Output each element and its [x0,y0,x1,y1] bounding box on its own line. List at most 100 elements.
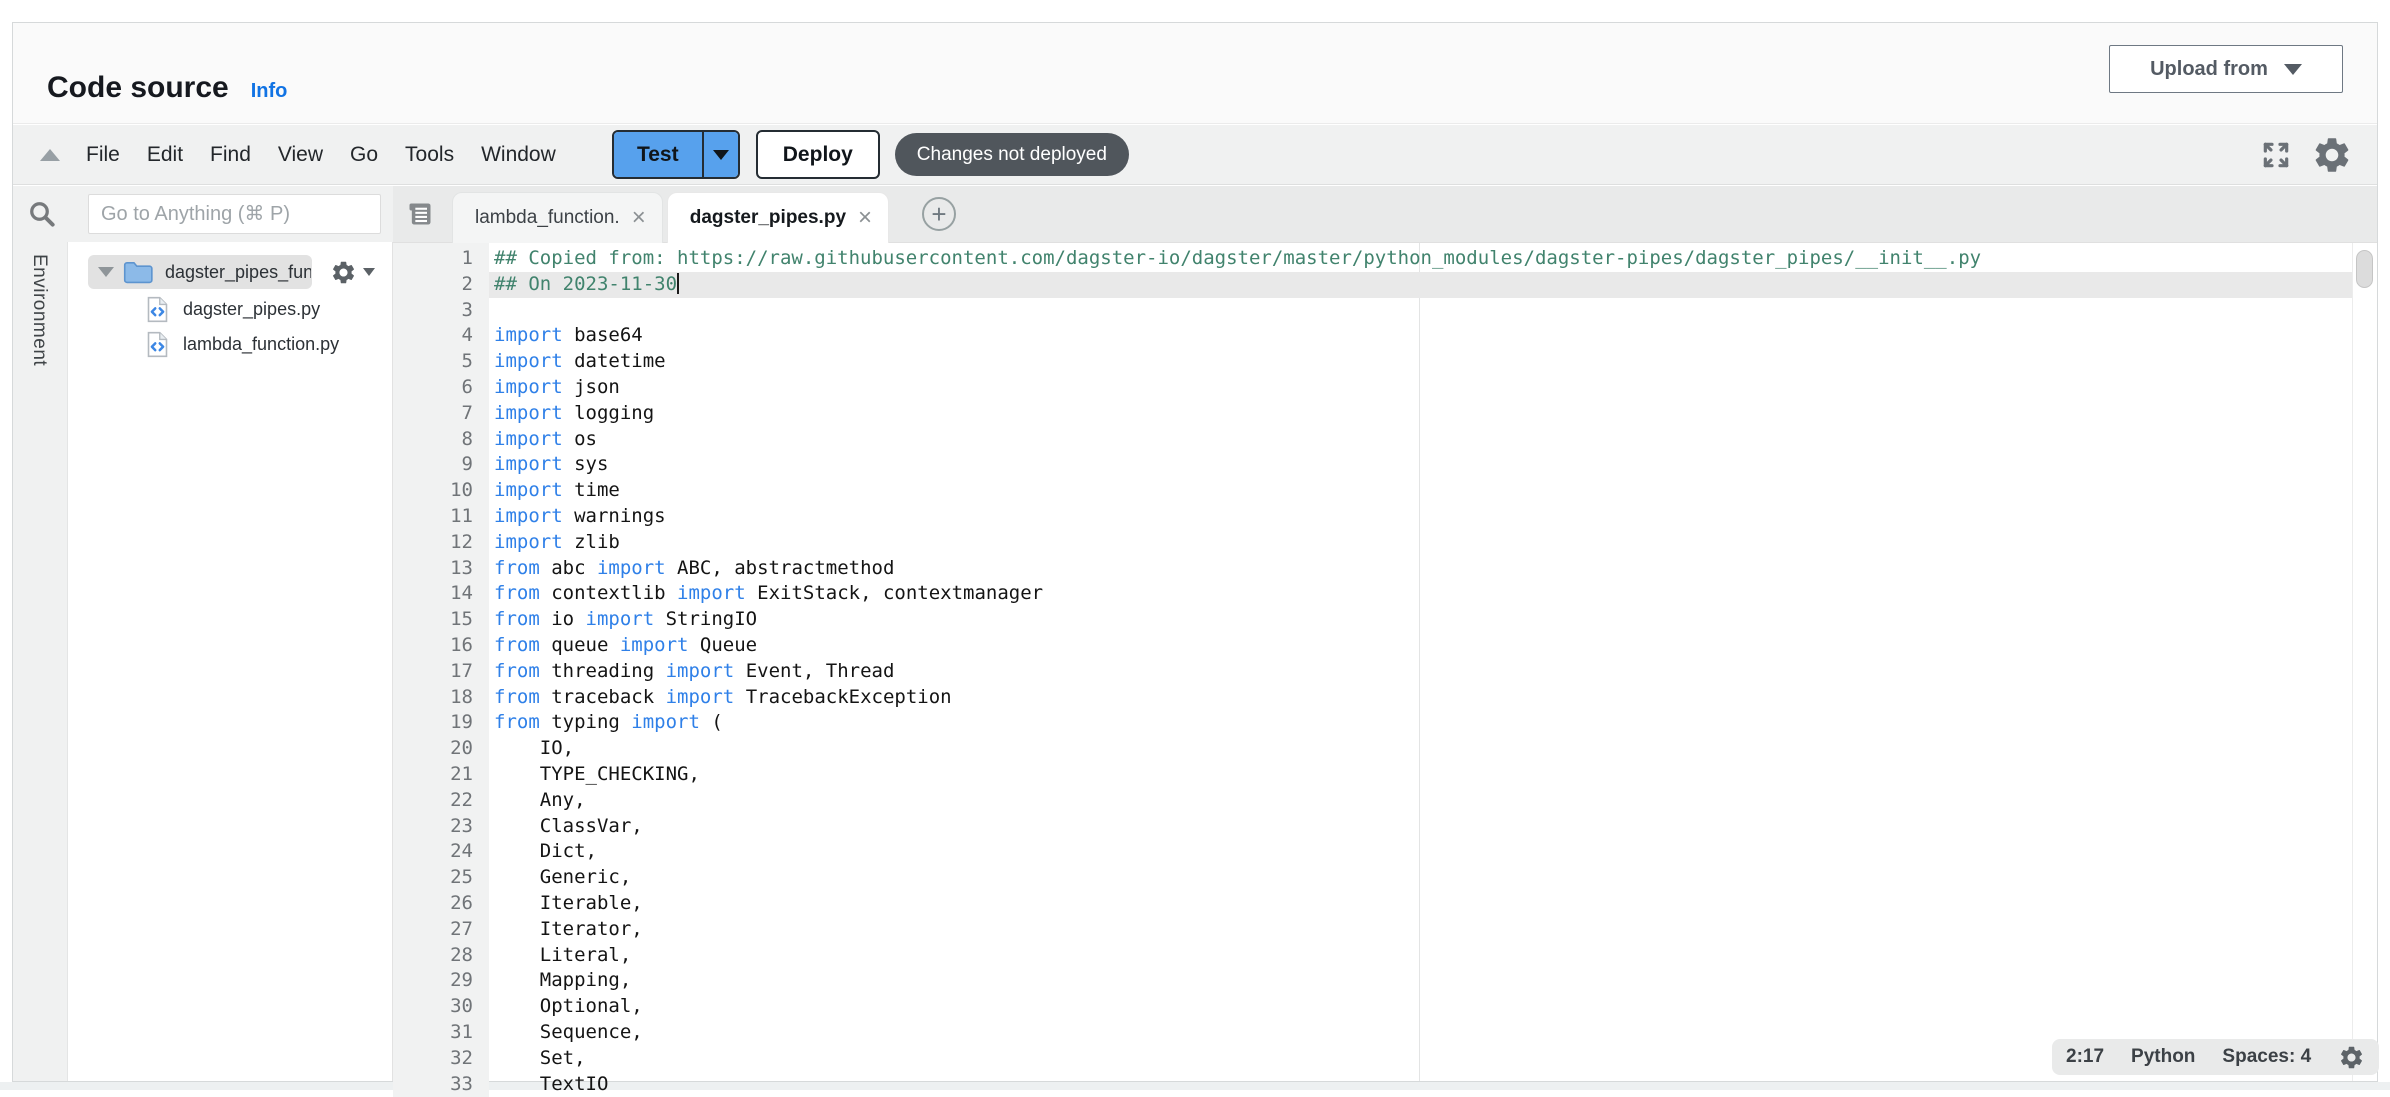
chevron-down-icon [363,268,375,276]
code-line-21: 21 TYPE_CHECKING, [393,762,2352,788]
page-title: Code source [47,71,229,105]
card-header: Code source Info Upload from [13,23,2377,124]
code-line-22: 22 Any, [393,788,2352,814]
code-line-text: Iterable, [494,891,643,917]
code-line-17: 17from threading import Event, Thread [393,659,2352,685]
go-to-anything-input[interactable] [88,194,381,234]
line-number: 8 [393,427,489,453]
code-line-30: 30 Optional, [393,994,2352,1020]
tree-folder-row[interactable]: dagster_pipes_funct [88,255,375,289]
cursor-position[interactable]: 2:17 [2066,1046,2104,1068]
code-line-text: from typing import ( [494,710,723,736]
menu-item-find[interactable]: Find [210,143,251,167]
code-line-text: import datetime [494,349,666,375]
line-number: 20 [393,736,489,762]
menu-item-view[interactable]: View [278,143,323,167]
code-line-text: Iterator, [494,917,643,943]
tree-settings-button[interactable] [330,259,375,286]
code-line-text: Dict, [494,839,597,865]
code-line-text: Literal, [494,943,631,969]
menu-item-window[interactable]: Window [481,143,556,167]
code-line-text: ## On 2023-11-30 [494,272,679,298]
chevron-down-icon [713,150,729,160]
code-line-29: 29 Mapping, [393,968,2352,994]
environment-strip[interactable]: Environment [13,242,68,1081]
search-row [13,186,393,242]
upload-from-button[interactable]: Upload from [2109,45,2343,93]
code-line-text: Set, [494,1046,586,1072]
upload-from-label: Upload from [2150,58,2268,81]
line-number: 22 [393,788,489,814]
line-number: 10 [393,478,489,504]
line-number: 33 [393,1072,489,1097]
line-number: 13 [393,556,489,582]
folder-expand-caret-icon[interactable] [98,267,114,277]
menu-item-go[interactable]: Go [350,143,378,167]
code-line-4: 4import base64 [393,323,2352,349]
new-tab-button[interactable]: + [922,197,956,231]
code-lines[interactable]: 1## Copied from: https://raw.githubuserc… [393,246,2352,1097]
code-line-12: 12import zlib [393,530,2352,556]
code-line-24: 24 Dict, [393,839,2352,865]
code-line-14: 14from contextlib import ExitStack, cont… [393,581,2352,607]
info-link[interactable]: Info [251,80,288,103]
settings-gear-icon[interactable] [2311,134,2353,176]
line-number: 9 [393,452,489,478]
menu-item-tools[interactable]: Tools [405,143,454,167]
deploy-button[interactable]: Deploy [756,130,880,179]
chevron-down-icon [2284,64,2302,75]
tab-list-icon[interactable] [406,200,434,228]
tree-file-lambda_function.py[interactable]: lambda_function.py [146,327,339,362]
line-number: 23 [393,814,489,840]
file-tree-panel: dagster_pipes_funct dagster_pipes.pylamb… [68,242,393,1081]
language-mode[interactable]: Python [2131,1046,2195,1068]
line-number: 26 [393,891,489,917]
code-line-text: import zlib [494,530,620,556]
code-line-text: Mapping, [494,968,631,994]
code-line-10: 10import time [393,478,2352,504]
line-number: 21 [393,762,489,788]
code-line-text: Generic, [494,865,631,891]
tree-file-dagster_pipes.py[interactable]: dagster_pipes.py [146,292,339,327]
line-number: 30 [393,994,489,1020]
statusbar-gear-icon[interactable] [2338,1044,2365,1071]
editor-scrollbar-thumb[interactable] [2356,250,2373,288]
fullscreen-icon[interactable] [2259,138,2293,172]
changes-not-deployed-badge: Changes not deployed [895,133,1129,176]
code-line-text: ## Copied from: https://raw.githubuserco… [494,246,1981,272]
file-name: lambda_function.py [183,334,339,355]
tab-close-icon[interactable]: × [632,206,646,230]
environment-label: Environment [28,254,50,366]
line-number: 4 [393,323,489,349]
collapse-panel-icon[interactable] [40,149,60,161]
code-line-text: ClassVar, [494,814,643,840]
tab-lambda-function[interactable]: lambda_function.× [452,192,663,243]
folder-name: dagster_pipes_funct [165,262,311,283]
code-line-13: 13from abc import ABC, abstractmethod [393,556,2352,582]
code-line-11: 11import warnings [393,504,2352,530]
code-line-9: 9import sys [393,452,2352,478]
tab-dagster-pipes-py[interactable]: dagster_pipes.py× [667,192,889,243]
test-button[interactable]: Test [614,132,702,177]
line-number: 7 [393,401,489,427]
tree-folder-selected[interactable]: dagster_pipes_funct [88,255,312,289]
code-line-3: 3 [393,298,2352,324]
code-line-6: 6import json [393,375,2352,401]
line-number: 5 [393,349,489,375]
line-number: 25 [393,865,489,891]
line-number: 27 [393,917,489,943]
code-line-28: 28 Literal, [393,943,2352,969]
search-icon [27,199,57,229]
menu-item-file[interactable]: File [86,143,120,167]
code-line-23: 23 ClassVar, [393,814,2352,840]
tab-close-icon[interactable]: × [858,206,872,230]
line-number: 29 [393,968,489,994]
test-dropdown-button[interactable] [702,132,738,177]
code-line-1: 1## Copied from: https://raw.githubuserc… [393,246,2352,272]
line-number: 6 [393,375,489,401]
test-split-button[interactable]: Test [612,130,740,179]
menu-item-edit[interactable]: Edit [147,143,183,167]
line-number: 18 [393,685,489,711]
editor-scrollbar[interactable] [2352,243,2377,1081]
spaces-setting[interactable]: Spaces: 4 [2222,1046,2311,1068]
